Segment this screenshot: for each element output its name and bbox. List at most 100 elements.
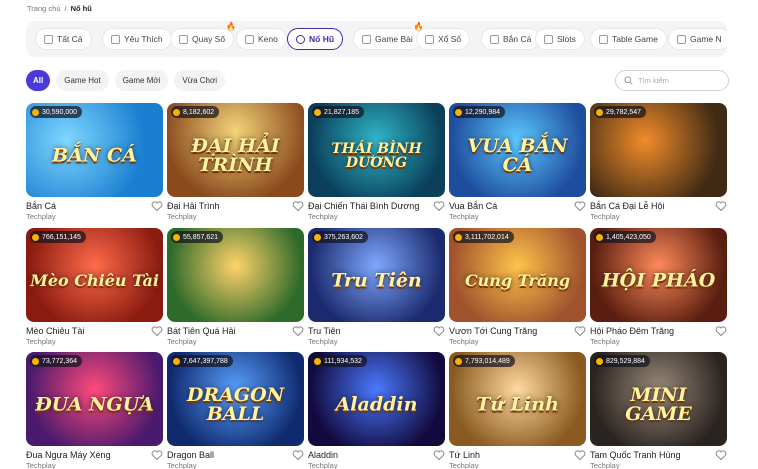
category-tab-all[interactable]: Tất Cả [35, 28, 92, 50]
game-thumbnail[interactable]: Aladdin 111,934,532 [308, 352, 445, 446]
game-name[interactable]: Bắn Cá Đại Lễ Hội [590, 201, 665, 211]
game-name[interactable]: Vua Bắn Cá [449, 201, 497, 211]
jackpot-value: 29,782,547 [606, 108, 642, 116]
game-thumbnail[interactable]: Cung Trăng 3,111,702,014 [449, 228, 586, 322]
game-name[interactable]: Tru Tiên [308, 326, 341, 336]
heart-icon[interactable] [433, 325, 445, 337]
category-tab-game-n[interactable]: Game N [668, 28, 727, 50]
game-card[interactable]: Mèo Chiêu Tài 766,151,145 Mèo Chiêu Tài … [26, 228, 163, 346]
jackpot-value: 21,827,185 [324, 108, 360, 116]
hot-flame-icon: 🔥 [226, 22, 237, 31]
game-card[interactable]: 29,782,547 Bắn Cá Đại Lễ Hội Techplay [590, 103, 727, 221]
category-tab-keno[interactable]: Keno [236, 28, 287, 50]
game-provider: Techplay [308, 212, 338, 221]
game-name[interactable]: Dragon Ball [167, 450, 214, 460]
game-name[interactable]: Đại Chiến Thái Bình Dương [308, 201, 419, 211]
coin-icon [314, 233, 321, 241]
coin-icon [173, 357, 180, 365]
game-card[interactable]: THÁI BÌNH DƯƠNG 21,827,185 Đại Chiến Thá… [308, 103, 445, 221]
game-card[interactable]: ĐẠI HẢI TRÌNH 8,182,602 Đại Hải Trình Te… [167, 103, 304, 221]
game-art-title: DRAGON BALL [186, 383, 285, 425]
game-name[interactable]: Bát Tiên Quá Hải [167, 326, 236, 336]
game-name[interactable]: Bắn Cá [26, 201, 56, 211]
game-thumbnail[interactable]: THÁI BÌNH DƯƠNG 21,827,185 [308, 103, 445, 197]
heart-icon [111, 34, 120, 44]
game-thumbnail[interactable]: 29,782,547 [590, 103, 727, 197]
category-label: Slots [557, 34, 576, 44]
filter-vua-choi[interactable]: Vừa Chơi [174, 70, 226, 91]
filter-game-moi[interactable]: Game Mới [114, 70, 169, 91]
category-tab-lottery[interactable]: Quay Số 🔥 [170, 23, 236, 50]
jackpot-badge: 21,827,185 [312, 106, 365, 118]
heart-icon[interactable] [151, 325, 163, 337]
coin-icon [596, 357, 603, 365]
jackpot-icon [296, 34, 305, 44]
category-tab-favorites[interactable]: Yêu Thích [102, 28, 172, 50]
game-provider: Techplay [590, 212, 620, 221]
game-card[interactable]: BẮN CÁ 30,590,000 Bắn Cá Techplay [26, 103, 163, 221]
game-card[interactable]: HỘI PHÁO 1,405,423,050 Hội Pháo Đêm Trăn… [590, 228, 727, 346]
game-thumbnail[interactable]: MINI GAME 829,529,884 [590, 352, 727, 446]
game-name[interactable]: Mèo Chiêu Tài [26, 326, 84, 336]
heart-icon[interactable] [292, 325, 304, 337]
game-name[interactable]: Hội Pháo Đêm Trăng [590, 326, 674, 336]
category-tab-slots[interactable]: Slots [535, 28, 585, 50]
heart-icon[interactable] [574, 325, 586, 337]
game-thumbnail[interactable]: Tru Tiên 375,263,602 [308, 228, 445, 322]
category-tab-lotto[interactable]: Xổ Số [416, 28, 471, 50]
breadcrumb-current: Nổ hũ [70, 4, 92, 13]
game-card[interactable]: Tru Tiên 375,263,602 Tru Tiên Techplay [308, 228, 445, 346]
game-card[interactable]: Aladdin 111,934,532 Aladdin Techplay [308, 352, 445, 469]
game-name[interactable]: Tam Quốc Tranh Hùng [590, 450, 681, 460]
game-name[interactable]: Tứ Linh [449, 450, 480, 460]
jackpot-badge: 7,647,397,788 [171, 355, 233, 367]
game-name[interactable]: Vươn Tới Cung Trăng [449, 326, 537, 336]
game-name[interactable]: Đại Hải Trình [167, 201, 220, 211]
heart-icon[interactable] [715, 449, 727, 461]
game-thumbnail[interactable]: HỘI PHÁO 1,405,423,050 [590, 228, 727, 322]
game-card[interactable]: Cung Trăng 3,111,702,014 Vươn Tới Cung T… [449, 228, 586, 346]
game-thumbnail[interactable]: DRAGON BALL 7,647,397,788 [167, 352, 304, 446]
game-card[interactable]: DRAGON BALL 7,647,397,788 Dragon Ball Te… [167, 352, 304, 469]
game-card[interactable]: VUA BẮN CÁ 12,290,984 Vua Bắn Cá Techpla… [449, 103, 586, 221]
heart-icon[interactable] [151, 200, 163, 212]
heart-icon[interactable] [715, 325, 727, 337]
game-thumbnail[interactable]: 55,857,621 [167, 228, 304, 322]
game-thumbnail[interactable]: Mèo Chiêu Tài 766,151,145 [26, 228, 163, 322]
game-thumbnail[interactable]: ĐUA NGỰA 73,772,364 [26, 352, 163, 446]
game-art-title: THÁI BÌNH DƯƠNG [331, 140, 422, 171]
category-bar: Tất Cả Yêu Thích Quay Số 🔥 Keno Nổ Hũ Ga… [26, 21, 727, 57]
game-thumbnail[interactable]: VUA BẮN CÁ 12,290,984 [449, 103, 586, 197]
heart-icon[interactable] [433, 449, 445, 461]
game-thumbnail[interactable]: BẮN CÁ 30,590,000 [26, 103, 163, 197]
heart-icon[interactable] [433, 200, 445, 212]
category-label: Bắn Cá [503, 34, 532, 44]
filter-all[interactable]: All [26, 70, 51, 91]
category-label: Keno [258, 34, 278, 44]
category-label: Nổ Hũ [309, 34, 335, 44]
heart-icon[interactable] [292, 449, 304, 461]
jackpot-value: 829,529,884 [606, 357, 645, 365]
breadcrumb-home[interactable]: Trang chủ [27, 4, 61, 13]
heart-icon[interactable] [574, 449, 586, 461]
category-tab-fishing[interactable]: Bắn Cá [481, 28, 541, 50]
category-tab-jackpot[interactable]: Nổ Hũ [287, 28, 344, 50]
category-tab-card-games[interactable]: Game Bài 🔥 [353, 23, 424, 50]
game-card[interactable]: ĐUA NGỰA 73,772,364 Đua Ngựa Máy Xèng Te… [26, 352, 163, 469]
category-tab-table-game[interactable]: Table Game [590, 28, 667, 50]
game-thumbnail[interactable]: ĐẠI HẢI TRÌNH 8,182,602 [167, 103, 304, 197]
game-card[interactable]: MINI GAME 829,529,884 Tam Quốc Tranh Hùn… [590, 352, 727, 469]
game-name[interactable]: Aladdin [308, 450, 338, 460]
game-card[interactable]: 55,857,621 Bát Tiên Quá Hải Techplay [167, 228, 304, 346]
heart-icon[interactable] [715, 200, 727, 212]
filter-game-hot[interactable]: Game Hot [56, 70, 109, 91]
heart-icon[interactable] [292, 200, 304, 212]
heart-icon[interactable] [574, 200, 586, 212]
heart-icon[interactable] [151, 449, 163, 461]
game-card[interactable]: Tứ Linh 7,793,014,489 Tứ Linh Techplay [449, 352, 586, 469]
game-thumbnail[interactable]: Tứ Linh 7,793,014,489 [449, 352, 586, 446]
coin-icon [314, 357, 321, 365]
game-name[interactable]: Đua Ngựa Máy Xèng [26, 450, 111, 460]
coin-icon [32, 357, 39, 365]
search-input[interactable] [638, 76, 718, 85]
